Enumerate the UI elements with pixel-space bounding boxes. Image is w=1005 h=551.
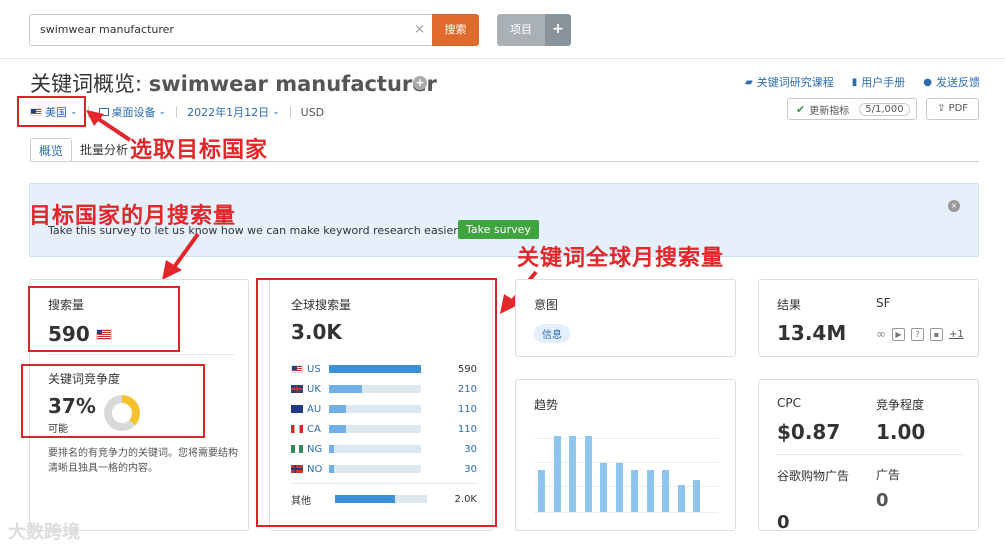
trend-gridline xyxy=(534,438,718,439)
tab-bulk-analysis[interactable]: 批量分析 xyxy=(72,138,136,162)
close-icon[interactable]: × xyxy=(948,200,960,212)
results-card: 结果 13.4M SF ∞ ▶ ? ▪ +1 xyxy=(758,279,979,357)
page-title-keyword: swimwear manufacturer xyxy=(148,72,437,96)
feedback-link[interactable]: ● 发送反馈 xyxy=(923,74,980,90)
currency-label: USD xyxy=(300,105,325,119)
trend-baseline xyxy=(534,512,718,513)
manual-link-label: 用户手册 xyxy=(861,76,906,89)
update-metrics-button[interactable]: ✔ 更新指标 5/1,000 xyxy=(787,98,917,120)
page-title-prefix: 关键词概览: xyxy=(30,72,149,96)
difficulty-highlight-box xyxy=(21,364,205,438)
trend-gridline xyxy=(534,462,718,463)
tab-overview[interactable]: 概览 xyxy=(30,138,73,162)
trend-bar[interactable] xyxy=(677,485,685,512)
country-highlight-box xyxy=(17,96,86,127)
competition-label: 竞争程度 xyxy=(876,398,925,412)
project-button[interactable]: 项目 xyxy=(497,14,545,46)
intent-badge: 信息 xyxy=(534,324,570,343)
cpc-value: $0.87 xyxy=(777,420,841,444)
chevron-down-icon: ⌄ xyxy=(158,107,167,117)
trend-bar[interactable] xyxy=(569,436,576,512)
link-icon: ∞ xyxy=(876,327,886,341)
feedback-link-label: 发送反馈 xyxy=(936,76,980,89)
trend-card: 趋势 xyxy=(515,379,736,531)
page-title: 关键词概览: swimwear manufacturer xyxy=(30,68,437,98)
add-project-button[interactable]: + xyxy=(545,14,571,46)
check-icon: ✔ xyxy=(796,102,806,116)
trend-bar[interactable] xyxy=(615,462,623,512)
annotation-global-monthly: 关键词全球月搜索量 xyxy=(517,246,725,271)
add-keyword-icon[interactable]: + xyxy=(413,76,427,90)
date-select-label: 2022年1月12日 xyxy=(187,106,270,119)
intent-label: 意图 xyxy=(534,298,559,312)
search-button[interactable]: 搜索 xyxy=(432,14,479,46)
filter-divider xyxy=(289,106,291,118)
video-icon: ▶ xyxy=(892,327,905,341)
search-input[interactable]: swimwear manufacturer × xyxy=(29,14,433,46)
take-survey-button[interactable]: Take survey xyxy=(458,220,539,239)
card-divider xyxy=(48,354,234,355)
clear-icon[interactable]: × xyxy=(414,22,425,37)
date-select[interactable]: 2022年1月12日 ⌄ xyxy=(187,104,280,120)
update-count: 5/1,000 xyxy=(859,102,910,116)
card-divider xyxy=(777,454,963,455)
tab-bar: 概览 批量分析 xyxy=(30,138,136,162)
filter-divider xyxy=(176,106,178,118)
course-link-label: 关键词研究课程 xyxy=(756,76,834,89)
trend-label: 趋势 xyxy=(534,398,559,412)
trend-bar[interactable] xyxy=(631,470,638,512)
sf-label: SF xyxy=(876,296,891,310)
trend-bar[interactable] xyxy=(538,470,545,512)
shopping-label: 谷歌购物广告 xyxy=(777,469,850,483)
question-icon: ? xyxy=(911,327,924,341)
trend-gridline xyxy=(534,486,718,487)
trend-bar[interactable] xyxy=(553,436,561,512)
chat-bubble-icon: ● xyxy=(923,76,932,88)
volume-highlight-box xyxy=(28,286,180,352)
cpc-label: CPC xyxy=(777,396,801,410)
book-icon: ▮ xyxy=(851,76,858,88)
shopping-value: 0 xyxy=(777,512,790,533)
results-label: 结果 xyxy=(777,298,802,312)
course-link[interactable]: ▰ 关键词研究课程 xyxy=(745,74,834,90)
manual-link[interactable]: ▮ 用户手册 xyxy=(852,74,906,90)
chevron-down-icon: ⌄ xyxy=(272,107,280,117)
trend-bar[interactable] xyxy=(662,470,669,512)
annotation-select-country: 选取目标国家 xyxy=(130,138,269,163)
update-metrics-label: 更新指标 xyxy=(809,105,850,117)
search-input-value: swimwear manufacturer xyxy=(40,23,174,36)
global-highlight-box xyxy=(256,278,497,527)
image-icon: ▪ xyxy=(930,327,943,341)
difficulty-note: 要排名的有竞争力的关键词。您将需要结构清晰且独具一格的内容。 xyxy=(48,448,238,474)
trend-bar[interactable] xyxy=(646,470,654,512)
export-icon: ⇪ xyxy=(936,103,946,114)
graduation-cap-icon: ▰ xyxy=(745,76,753,88)
ads-label: 广告 xyxy=(876,468,901,482)
ads-value: 0 xyxy=(876,490,889,511)
help-links: ▰ 关键词研究课程 ▮ 用户手册 ● 发送反馈 xyxy=(745,74,980,90)
cpc-card: CPC $0.87 竞争程度 1.00 谷歌购物广告 0 广告 0 xyxy=(758,379,979,533)
results-value: 13.4M xyxy=(777,321,847,345)
annotation-country-monthly: 目标国家的月搜索量 xyxy=(29,204,237,229)
trend-bar[interactable] xyxy=(693,480,700,512)
watermark-logo: 大数跨境 xyxy=(8,522,80,543)
competition-value: 1.00 xyxy=(876,420,926,444)
pdf-label: PDF xyxy=(948,103,969,114)
sf-icons: ∞ ▶ ? ▪ +1 xyxy=(876,327,964,341)
sf-more[interactable]: +1 xyxy=(949,329,964,340)
intent-card: 意图 信息 xyxy=(515,279,736,357)
trend-bar[interactable] xyxy=(600,462,607,512)
pdf-button[interactable]: ⇪ PDF xyxy=(926,98,979,120)
annotation-arrow-volume xyxy=(162,232,200,280)
trend-bar[interactable] xyxy=(584,436,592,512)
header-divider xyxy=(0,58,1005,59)
